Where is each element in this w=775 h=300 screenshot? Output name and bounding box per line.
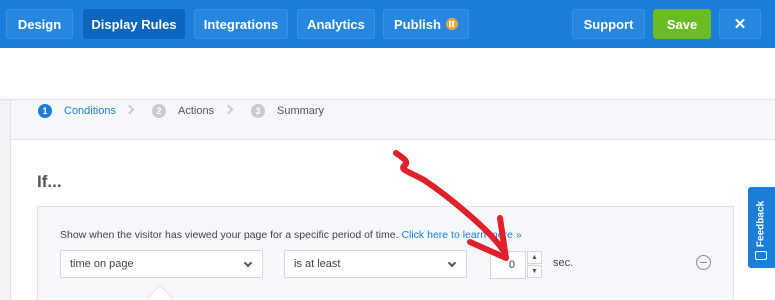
minus-circle-icon[interactable] [696, 255, 711, 270]
step-label: Actions [178, 105, 215, 117]
steps-bar: 1 Conditions 2 Actions 3 Summary [11, 100, 775, 140]
feedback-tab[interactable]: Feedback [748, 187, 775, 268]
chevron-down-icon [447, 258, 457, 268]
tab-analytics[interactable]: Analytics [297, 9, 375, 39]
rule-description: Show when the visitor has viewed your pa… [60, 229, 522, 241]
condition-select-value: time on page [70, 258, 134, 270]
seconds-input[interactable]: 0 [490, 251, 526, 279]
tab-publish[interactable]: Publish [383, 9, 469, 39]
rule-heading: If... [37, 172, 62, 191]
rule-description-text: Show when the visitor has viewed your pa… [60, 229, 399, 241]
spinner-up-icon[interactable]: ▲ [527, 251, 542, 264]
spinner-down-icon[interactable]: ▼ [527, 265, 542, 278]
rule-box: Show when the visitor has viewed your pa… [37, 206, 735, 300]
save-button[interactable]: Save [653, 9, 711, 39]
feedback-icon [755, 251, 767, 260]
main-panel: 1 Conditions 2 Actions 3 Summary If... S… [10, 100, 775, 300]
learn-more-link[interactable]: Click here to learn more » [401, 229, 521, 241]
operator-select[interactable]: is at least [284, 250, 467, 278]
tab-display-rules[interactable]: Display Rules [83, 9, 185, 39]
step-number: 2 [152, 104, 166, 118]
header-band [0, 48, 775, 100]
step-conditions[interactable]: 1 Conditions [38, 104, 116, 118]
step-actions[interactable]: 2 Actions [152, 104, 214, 118]
step-number: 1 [38, 104, 52, 118]
step-number: 3 [251, 104, 265, 118]
operator-select-value: is at least [294, 258, 341, 270]
tab-publish-label: Publish [394, 16, 441, 32]
close-icon[interactable]: ✕ [719, 9, 761, 39]
unit-label: sec. [553, 257, 574, 269]
tab-integrations[interactable]: Integrations [194, 9, 288, 39]
support-button[interactable]: Support [572, 9, 645, 39]
pointer-notch [145, 284, 175, 300]
top-toolbar: Design Display Rules Integrations Analyt… [0, 0, 775, 48]
chevron-right-icon [223, 104, 234, 115]
step-summary[interactable]: 3 Summary [251, 104, 324, 118]
tab-design[interactable]: Design [6, 9, 73, 39]
step-label: Summary [277, 105, 325, 117]
chevron-down-icon [243, 258, 253, 268]
condition-select[interactable]: time on page [60, 250, 263, 278]
chevron-right-icon [124, 104, 135, 115]
feedback-label: Feedback [755, 200, 767, 248]
pause-icon [445, 18, 458, 30]
step-label: Conditions [64, 105, 116, 117]
